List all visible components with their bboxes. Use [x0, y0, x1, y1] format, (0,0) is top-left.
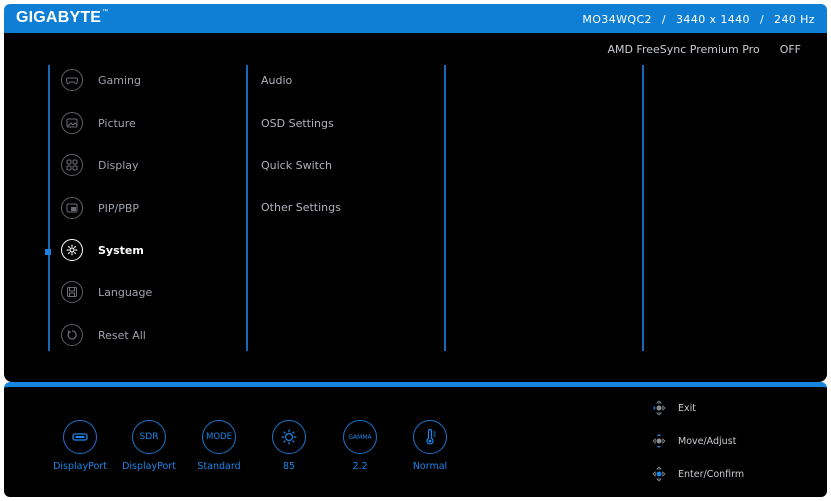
dynamic-range-label: DisplayPort	[122, 461, 176, 472]
joystick-updown-icon	[648, 433, 670, 449]
language-icon	[61, 281, 83, 303]
model-info: MO34WQC2/3440 x 1440/240 Hz	[582, 13, 815, 26]
submenu-item-audio[interactable]: Audio	[261, 74, 292, 87]
submenu-item-osd-settings[interactable]: OSD Settings	[261, 117, 334, 130]
brightness-label: 85	[282, 461, 296, 472]
gamepad-icon	[61, 69, 83, 91]
freesync-value: OFF	[779, 43, 801, 56]
menu-item-system[interactable]: System	[61, 236, 241, 264]
color-temp-label: Normal	[412, 461, 448, 472]
joystick-press-icon	[648, 466, 670, 482]
menu-item-gaming[interactable]: Gaming	[61, 66, 241, 94]
title-bar: GIGABYTE™ MO34WQC2/3440 x 1440/240 Hz	[4, 4, 827, 33]
freesync-status: AMD FreeSync Premium Pro OFF	[607, 43, 801, 56]
pip-icon	[61, 197, 83, 219]
color-temp-icon	[413, 420, 447, 454]
gamma-icon: GAMMA	[343, 420, 377, 454]
hint-enter-confirm: Enter/Confirm	[648, 466, 744, 482]
resolution: 3440 x 1440	[676, 13, 750, 26]
picture-icon	[61, 112, 83, 134]
sdr-icon: SDR	[132, 420, 166, 454]
gear-icon	[61, 239, 83, 261]
submenu-item-quick-switch[interactable]: Quick Switch	[261, 159, 332, 172]
reset-icon	[61, 324, 83, 346]
gamma-label: 2.2	[352, 461, 368, 472]
column-divider	[642, 65, 644, 351]
column-divider	[444, 65, 446, 351]
joystick-left-icon	[648, 400, 670, 416]
menu-item-display[interactable]: Display	[61, 151, 241, 179]
menu-item-picture[interactable]: Picture	[61, 109, 241, 137]
hint-exit: Exit	[648, 400, 696, 416]
column-divider	[246, 65, 248, 351]
status-bar: SDR MODE GAMMA DisplayPort DisplayPort S…	[4, 382, 827, 497]
refresh-rate: 240 Hz	[774, 13, 815, 26]
menu-item-pip-pbp[interactable]: PIP/PBP	[61, 194, 241, 222]
osd-main-panel: AMD FreeSync Premium Pro OFF Gaming Pictu…	[4, 33, 827, 382]
active-item-marker	[45, 249, 51, 255]
menu-item-reset-all[interactable]: Reset All	[61, 321, 241, 349]
input-source-label: DisplayPort	[53, 461, 107, 472]
picture-mode-label: Standard	[197, 461, 241, 472]
submenu-item-other-settings[interactable]: Other Settings	[261, 201, 341, 214]
brand-logo: GIGABYTE™	[16, 9, 109, 26]
mode-icon: MODE	[202, 420, 236, 454]
menu-item-language[interactable]: Language	[61, 278, 241, 306]
brightness-icon	[272, 420, 306, 454]
column-divider	[48, 65, 50, 351]
input-port-icon	[63, 420, 97, 454]
display-icon	[61, 154, 83, 176]
hint-move-adjust: Move/Adjust	[648, 433, 736, 449]
model-name: MO34WQC2	[582, 13, 652, 26]
